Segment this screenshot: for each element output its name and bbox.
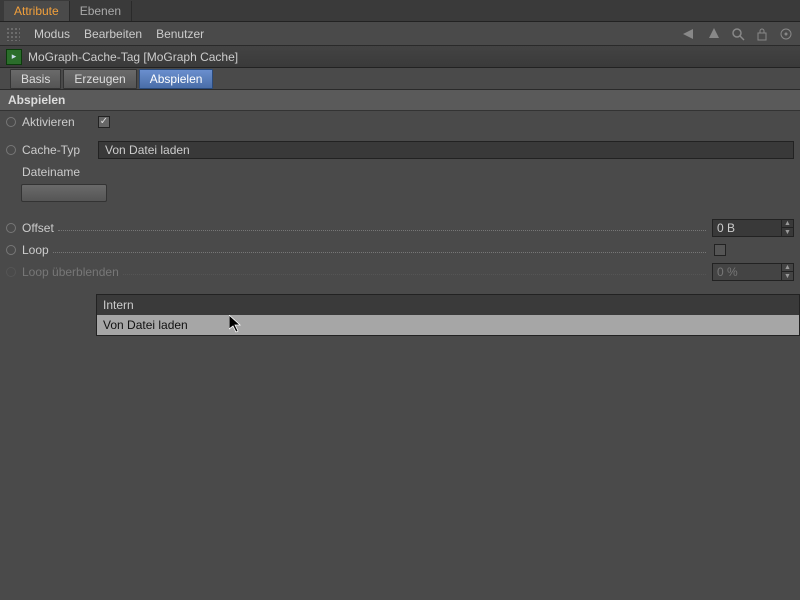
label-loop: Loop (22, 243, 49, 257)
row-loop: Loop (0, 239, 800, 261)
tab-play[interactable]: Abspielen (139, 69, 214, 89)
checkbox-activate[interactable]: ✓ (98, 116, 110, 128)
keyframe-dot (6, 267, 16, 277)
search-icon[interactable] (730, 26, 746, 42)
mograph-cache-icon: ▸ (6, 49, 22, 65)
row-filename: Dateiname (0, 161, 800, 183)
row-filepath (0, 183, 800, 203)
nav-up-icon[interactable] (706, 26, 722, 42)
menu-user[interactable]: Benutzer (156, 27, 204, 41)
label-activate: Aktivieren (22, 115, 98, 129)
row-activate: Aktivieren ✓ (0, 111, 800, 133)
input-offset[interactable] (713, 221, 781, 235)
label-cache-type: Cache-Typ (22, 143, 98, 157)
menu-bar: Modus Bearbeiten Benutzer (0, 22, 800, 46)
row-offset: Offset ▲▼ (0, 217, 800, 239)
tab-generate[interactable]: Erzeugen (63, 69, 136, 89)
menu-edit[interactable]: Bearbeiten (84, 27, 142, 41)
tab-basic[interactable]: Basis (10, 69, 61, 89)
keyframe-dot[interactable] (6, 223, 16, 233)
field-offset[interactable]: ▲▼ (712, 219, 794, 237)
dropdown-option-intern[interactable]: Intern (97, 295, 799, 315)
lock-icon[interactable] (754, 26, 770, 42)
dropdown-cache-type-list: Intern Von Datei laden (96, 294, 800, 336)
checkbox-loop[interactable] (714, 244, 726, 256)
spinner-down-icon: ▼ (782, 272, 793, 281)
object-header: ▸ MoGraph-Cache-Tag [MoGraph Cache] (0, 46, 800, 68)
grip-icon[interactable] (6, 27, 20, 41)
label-filename: Dateiname (22, 165, 98, 179)
file-browse-button[interactable] (21, 184, 107, 202)
spinner-up-icon: ▲ (782, 263, 793, 272)
spinner-up-icon[interactable]: ▲ (782, 219, 793, 228)
panel-tabs: Attribute Ebenen (0, 0, 800, 22)
spinner-loop-blend: ▲▼ (781, 263, 793, 281)
label-loop-blend: Loop überblenden (22, 265, 119, 279)
row-loop-blend: Loop überblenden ▲▼ (0, 261, 800, 283)
spinner-offset[interactable]: ▲▼ (781, 219, 793, 237)
tab-attribute[interactable]: Attribute (4, 1, 70, 21)
attribute-tabs: Basis Erzeugen Abspielen (0, 68, 800, 90)
keyframe-dot[interactable] (6, 117, 16, 127)
menu-mode[interactable]: Modus (34, 27, 70, 41)
settings-icon[interactable] (778, 26, 794, 42)
keyframe-dot[interactable] (6, 145, 16, 155)
dropdown-option-load-file[interactable]: Von Datei laden (97, 315, 799, 335)
dropdown-cache-type[interactable]: Von Datei laden (98, 141, 794, 159)
label-offset: Offset (22, 221, 54, 235)
attributes-panel: Aktivieren ✓ Cache-Typ Von Datei laden D… (0, 111, 800, 283)
spinner-down-icon[interactable]: ▼ (782, 228, 793, 237)
row-cache-type: Cache-Typ Von Datei laden (0, 139, 800, 161)
nav-back-icon[interactable] (682, 26, 698, 42)
field-loop-blend: ▲▼ (712, 263, 794, 281)
tab-layers[interactable]: Ebenen (70, 1, 132, 21)
input-loop-blend (713, 265, 781, 279)
keyframe-dot[interactable] (6, 245, 16, 255)
object-title: MoGraph-Cache-Tag [MoGraph Cache] (28, 50, 238, 64)
section-play-header: Abspielen (0, 90, 800, 111)
